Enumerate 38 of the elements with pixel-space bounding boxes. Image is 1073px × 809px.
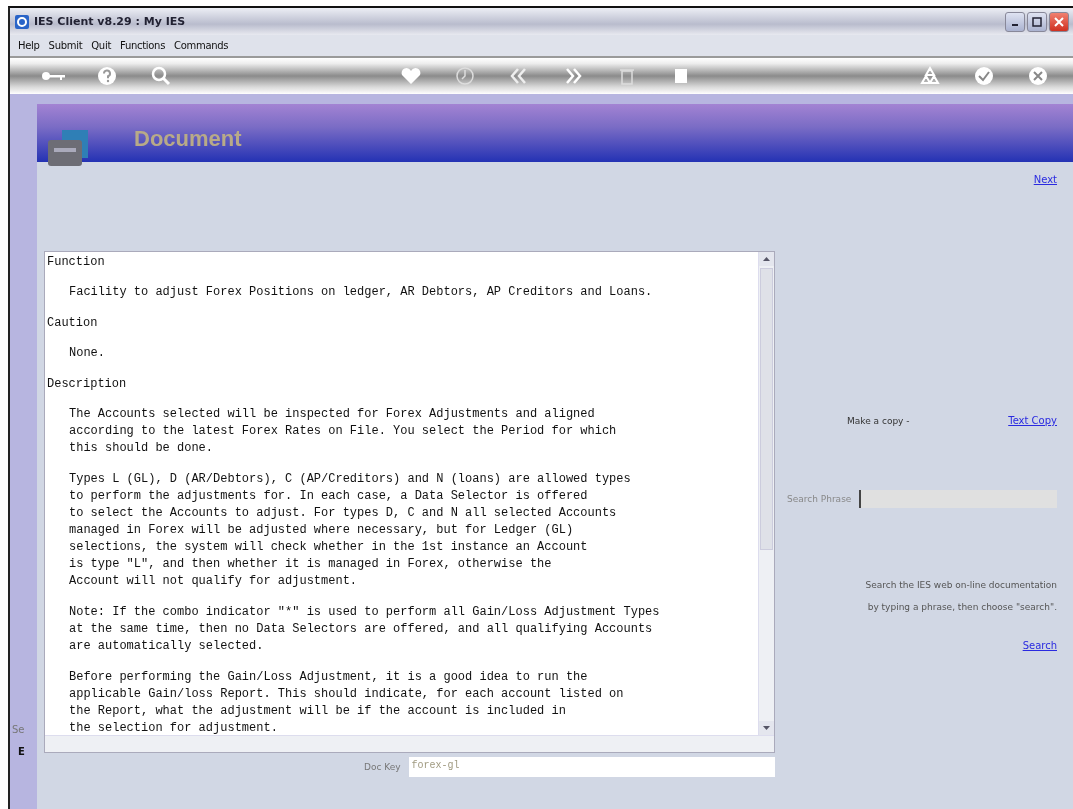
minimize-icon: [1012, 23, 1018, 26]
document-icon: [48, 130, 90, 166]
maximize-icon: [1032, 16, 1042, 27]
scroll-up-icon[interactable]: [759, 252, 774, 266]
horizontal-scrollbar[interactable]: [45, 735, 774, 752]
paragraph: Types L (GL), D (AR/Debtors), C (AP/Creditors) and N (loans) are allowed types to perform the adjustments for. In each case, a Data Selector is offered to select the Accounts to adjust. For types D, C and N all selected Accounts managed in Forex will be adjusted where necessary, but for Ledger (GL) selections, the system will check whether in the 1st instance an Account is type "L", and then whether it is managed in Forex, otherwise the Account will not qualify for adjustment.: [68, 471, 632, 590]
app-icon: [14, 13, 30, 30]
vertical-scrollbar[interactable]: [758, 252, 774, 735]
search-link[interactable]: Search: [1022, 640, 1057, 651]
paragraph: Facility to adjust Forex Positions on ledger, AR Debtors, AP Creditors and Loans.: [68, 284, 654, 301]
maximize-button[interactable]: [1027, 11, 1047, 32]
text-copy-link[interactable]: Text Copy: [1008, 415, 1057, 426]
doc-key-label: Doc Key: [364, 762, 401, 772]
menu-item[interactable]: Functions: [120, 40, 166, 51]
minimize-button[interactable]: [1005, 11, 1025, 32]
side-label: Se: [11, 723, 25, 737]
page-title: Document: [134, 126, 242, 152]
paragraph: Before performing the Gain/Loss Adjustment, it is a good idea to run the applicable Gain/loss Report. This should indicate, for each account listed on the Report, what the adjustment will be if the account is included in the selection for adjustment.: [68, 669, 625, 735]
close-icon: [1054, 16, 1064, 27]
next-link[interactable]: Next: [1033, 174, 1057, 185]
close-button[interactable]: [1049, 11, 1069, 32]
copy-label: Make a copy -: [847, 415, 910, 426]
paragraph: Note: If the combo indicator "*" is used to perform all Gain/Loss Adjustment Types at the same time, then no Data Selectors are offered, and all qualifying Accounts are automatically selected.: [68, 604, 661, 655]
search-help-text: Search the IES web on-line documentation by typing a phrase, then choose "search".: [864, 579, 1057, 614]
search-field[interactable]: [859, 490, 1057, 508]
scroll-down-icon[interactable]: [759, 721, 774, 735]
side-label: E: [17, 745, 25, 759]
menu-item[interactable]: Commands: [174, 40, 229, 51]
section-heading: Caution: [47, 315, 99, 331]
menu-item[interactable]: Help: [18, 40, 40, 51]
section-heading: Function: [47, 254, 106, 270]
window-title: IES Client v8.29 : My IES: [34, 15, 186, 28]
section-heading: Description: [47, 376, 128, 392]
menu-item[interactable]: Submit: [48, 40, 83, 51]
paragraph: The Accounts selected will be inspected for Forex Adjustments and aligned according to the latest Forex Rates on File. You select the Period for which this should be done.: [68, 406, 618, 457]
search-label: Search Phrase: [787, 494, 852, 504]
paragraph: None.: [68, 345, 106, 362]
menu-item[interactable]: Quit: [91, 40, 111, 51]
